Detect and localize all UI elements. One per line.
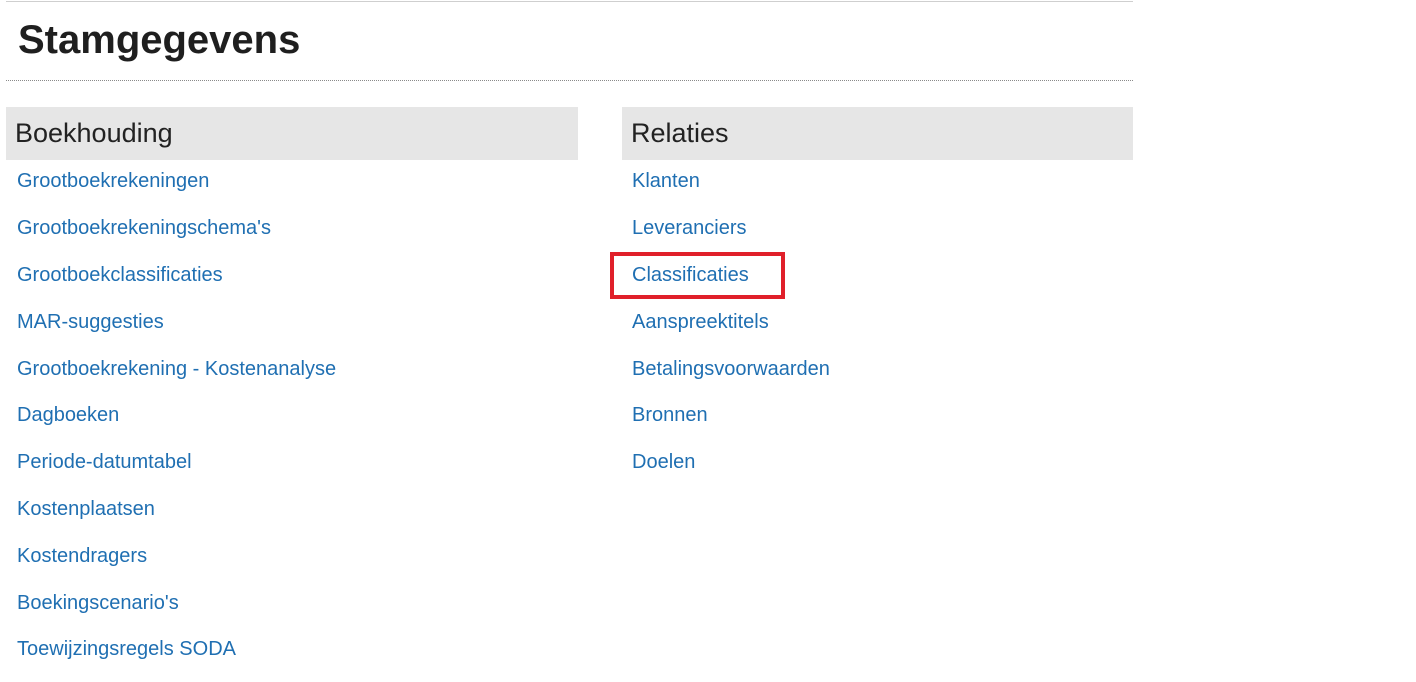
section-header-boekhouding: Boekhouding bbox=[6, 107, 578, 160]
list-item: Classificaties bbox=[622, 252, 1133, 299]
list-item: Toewijzingsregels SODA bbox=[6, 626, 578, 673]
link-dagboeken[interactable]: Dagboeken bbox=[6, 403, 119, 427]
link-aanspreektitels[interactable]: Aanspreektitels bbox=[622, 310, 769, 334]
link-kostenplaatsen[interactable]: Kostenplaatsen bbox=[6, 497, 155, 521]
link-klanten[interactable]: Klanten bbox=[622, 169, 700, 193]
list-item: Dagboeken bbox=[6, 392, 578, 439]
link-toewijzingsregels-soda[interactable]: Toewijzingsregels SODA bbox=[6, 637, 236, 661]
list-item: Kostendragers bbox=[6, 532, 578, 579]
list-item: Grootboekrekeningen bbox=[6, 158, 578, 205]
link-grootboekclassificaties[interactable]: Grootboekclassificaties bbox=[6, 263, 223, 287]
title-divider bbox=[6, 80, 1133, 81]
link-kostendragers[interactable]: Kostendragers bbox=[6, 544, 147, 568]
list-item: Grootboekrekeningschema's bbox=[6, 205, 578, 252]
list-item: MAR-suggesties bbox=[6, 298, 578, 345]
list-item: Doelen bbox=[622, 439, 1133, 486]
link-grootboekrekeningen[interactable]: Grootboekrekeningen bbox=[6, 169, 209, 193]
list-item: Boekingscenario's bbox=[6, 579, 578, 626]
list-item: Kostenplaatsen bbox=[6, 486, 578, 533]
boekhouding-link-list: Grootboekrekeningen Grootboekrekeningsch… bbox=[6, 158, 578, 673]
link-mar-suggesties[interactable]: MAR-suggesties bbox=[6, 310, 164, 334]
page-title: Stamgegevens bbox=[18, 18, 301, 62]
link-doelen[interactable]: Doelen bbox=[622, 450, 695, 474]
link-boekingscenarios[interactable]: Boekingscenario's bbox=[6, 591, 179, 615]
link-bronnen[interactable]: Bronnen bbox=[622, 403, 708, 427]
section-header-relaties: Relaties bbox=[622, 107, 1133, 160]
list-item: Grootboekclassificaties bbox=[6, 252, 578, 299]
list-item: Bronnen bbox=[622, 392, 1133, 439]
list-item: Aanspreektitels bbox=[622, 298, 1133, 345]
link-grootboekrekeningschemas[interactable]: Grootboekrekeningschema's bbox=[6, 216, 271, 240]
relaties-link-list: Klanten Leveranciers Classificaties Aans… bbox=[622, 158, 1133, 486]
list-item: Grootboekrekening - Kostenanalyse bbox=[6, 345, 578, 392]
section-relaties: Relaties Klanten Leveranciers Classifica… bbox=[622, 107, 1133, 486]
list-item: Klanten bbox=[622, 158, 1133, 205]
link-grootboekrekening-kostenanalyse[interactable]: Grootboekrekening - Kostenanalyse bbox=[6, 357, 336, 381]
top-divider bbox=[6, 1, 1133, 2]
list-item: Leveranciers bbox=[622, 205, 1133, 252]
link-betalingsvoorwaarden[interactable]: Betalingsvoorwaarden bbox=[622, 357, 830, 381]
link-periode-datumtabel[interactable]: Periode-datumtabel bbox=[6, 450, 192, 474]
link-classificaties[interactable]: Classificaties bbox=[622, 263, 749, 287]
list-item: Periode-datumtabel bbox=[6, 439, 578, 486]
stamgegevens-page: Stamgegevens Boekhouding Grootboekrekeni… bbox=[0, 0, 1416, 682]
link-leveranciers[interactable]: Leveranciers bbox=[622, 216, 747, 240]
list-item: Betalingsvoorwaarden bbox=[622, 345, 1133, 392]
section-boekhouding: Boekhouding Grootboekrekeningen Grootboe… bbox=[6, 107, 578, 673]
